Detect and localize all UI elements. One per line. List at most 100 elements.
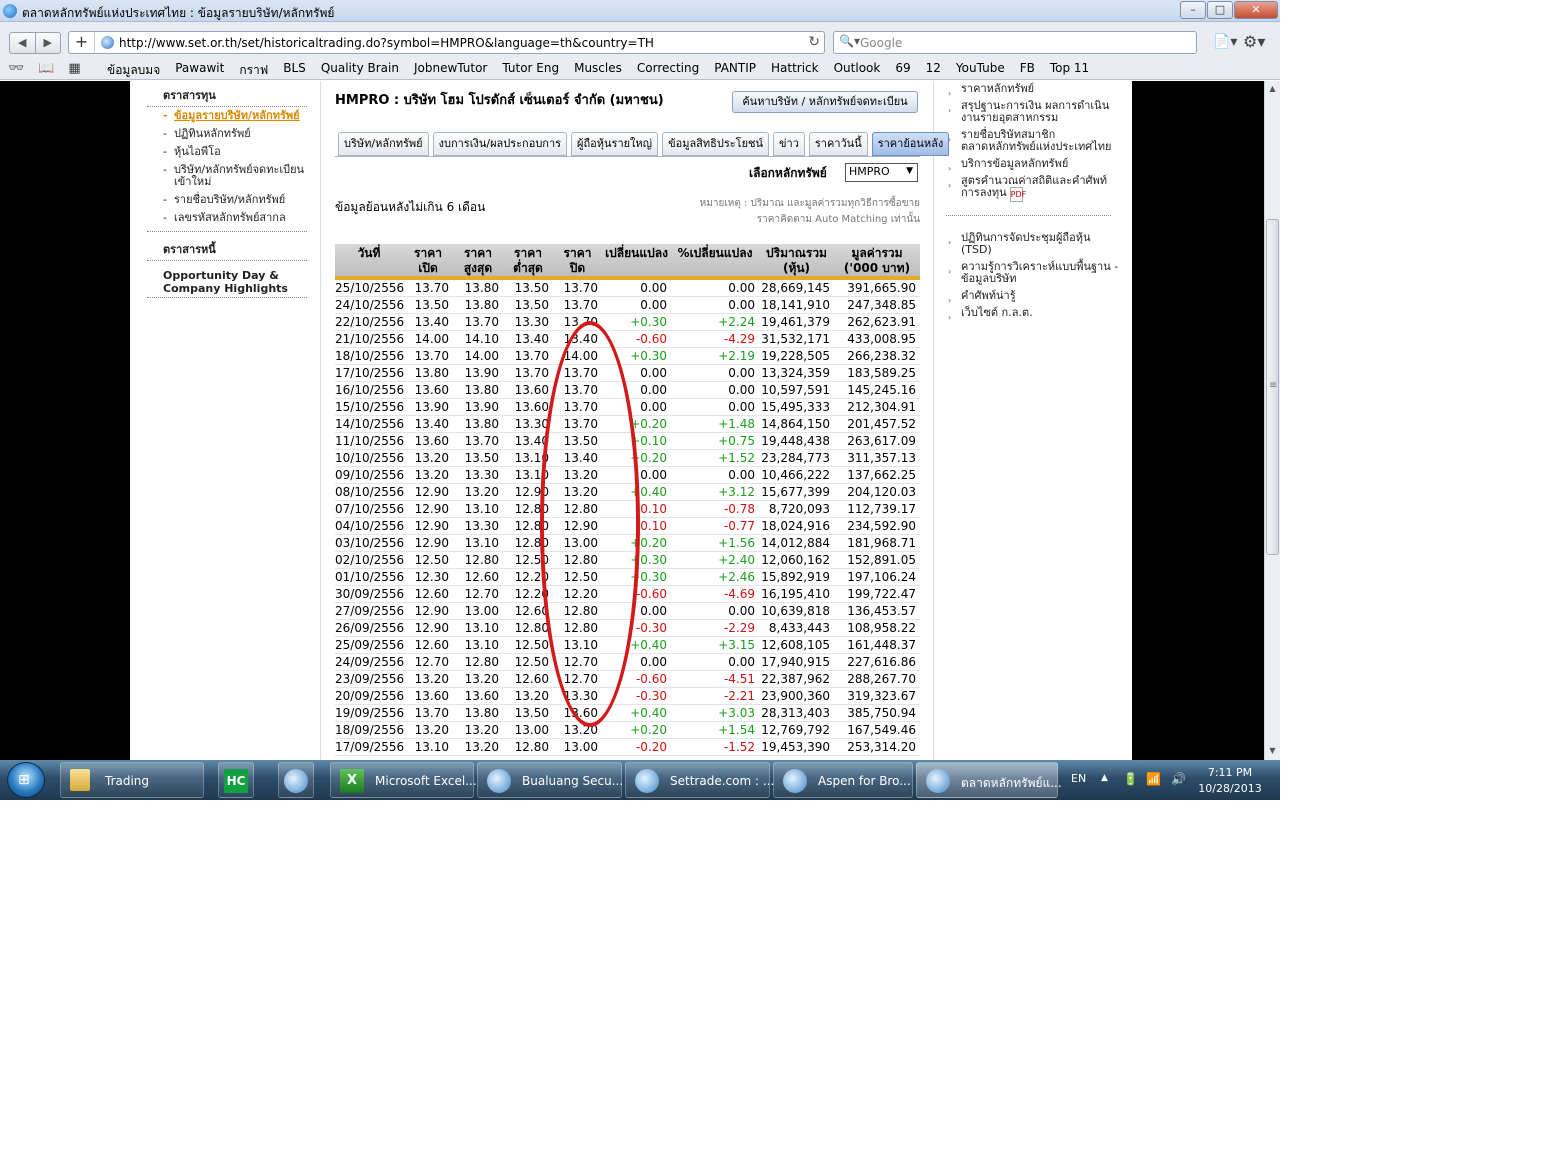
scroll-up-arrow[interactable]: ▲ (1265, 84, 1280, 93)
add-bookmark-button[interactable]: + (69, 32, 95, 53)
find-company-button[interactable]: ค้นหาบริษัท / หลักทรัพย์จดทะเบียน (732, 91, 918, 113)
show-hidden-icons-arrow[interactable]: ▲ (1101, 773, 1108, 783)
tab-1[interactable]: งบการเงิน/ผลประกอบการ (432, 132, 568, 156)
table-cell: +1.48 (718, 417, 755, 431)
battery-icon[interactable]: 🔋 (1123, 772, 1138, 786)
table-row: 09/10/2556 13.20 13.30 13.10 13.20 0.00 0.00 10… (335, 467, 920, 484)
bookmark-link[interactable]: Tutor Eng (502, 61, 559, 80)
right-nav-link[interactable]: › ราคาหลักทรัพย์ (946, 81, 1121, 99)
right-nav-link[interactable]: › สรุปฐานะการเงิน ผลการดำเนินงานรายอุตสาห… (946, 98, 1121, 127)
bookmark-link[interactable]: JobnewTutor (414, 61, 487, 80)
bookmark-link[interactable]: Pawawit (175, 61, 224, 80)
scroll-down-arrow[interactable]: ▼ (1265, 746, 1280, 755)
page-menu-icon[interactable]: 📄▾ (1213, 34, 1237, 50)
bookmark-link[interactable]: FB (1020, 61, 1035, 80)
taskbar-button[interactable]: HC (218, 762, 254, 798)
right-nav-link[interactable]: › บริการข้อมูลหลักทรัพย์ (946, 156, 1121, 174)
data-note: หมายเหตุ : ปริมาณ และมูลค่ารวมทุกวิธีการ… (640, 196, 920, 228)
language-indicator[interactable]: EN (1071, 772, 1086, 785)
windows-taskbar: ⊞ Trading HC X Microsoft Excel... Bualuang S… (0, 760, 1280, 800)
forward-button[interactable]: ▶ (34, 33, 61, 53)
bookmark-link[interactable]: กราฟ (239, 61, 268, 80)
network-icon[interactable]: 📶 (1146, 772, 1161, 786)
bookmark-link[interactable]: ข้อมูลบมจ (107, 61, 160, 80)
nav-item[interactable]: - หุ้นไอพีโอ (147, 143, 307, 161)
table-cell: 183,589.25 (847, 366, 916, 380)
bookmark-tools-icons[interactable]: 👓📖▦ (8, 61, 95, 76)
nav-heading-opportunity-day[interactable]: Opportunity Day & Company Highlights (147, 261, 307, 298)
start-button[interactable]: ⊞ (7, 762, 45, 798)
system-clock[interactable]: 7:11 PM 10/28/2013 (1196, 765, 1264, 797)
excel-icon: X (340, 769, 364, 793)
taskbar-button[interactable]: Settrade.com : ... (625, 762, 774, 798)
settings-gear-icon[interactable]: ⚙▾ (1243, 32, 1265, 51)
nav-heading-equity[interactable]: ตราสารทุน (147, 81, 307, 107)
table-cell: 17/10/2556 (335, 366, 405, 380)
close-button[interactable]: ✕ (1234, 1, 1278, 19)
maximize-button[interactable]: □ (1207, 1, 1233, 19)
address-bar[interactable]: + http://www.set.or.th/set/historicaltra… (68, 31, 825, 54)
bookmark-link[interactable]: Correcting (637, 61, 699, 80)
tab-4[interactable]: ข่าว (773, 132, 805, 156)
bookmark-link[interactable]: Muscles (574, 61, 622, 80)
bookmark-link[interactable]: YouTube (956, 61, 1005, 80)
nav-item[interactable]: - ข้อมูลรายบริษัท/หลักทรัพย์ (147, 107, 307, 125)
nav-item[interactable]: - เลขรหัสหลักทรัพย์สากล (147, 209, 307, 227)
column-header: %เปลี่ยนแปลง (677, 246, 753, 260)
right-nav-link[interactable]: › ความรู้การวิเคราะห์แบบพื้นฐาน - ข้อมูลบ… (946, 259, 1121, 288)
nav-item[interactable]: - บริษัท/หลักทรัพย์จดทะเบียนเข้าใหม่ (147, 161, 307, 191)
nav-equity-items: - ข้อมูลรายบริษัท/หลักทรัพย์ - ปฏิทินหลักทร… (147, 107, 307, 227)
page-scrollbar[interactable]: ▲ ≡ ▼ (1264, 81, 1280, 760)
nav-item-dash: - (163, 193, 167, 206)
tab-2[interactable]: ผู้ถือหุ้นรายใหญ่ (571, 132, 659, 156)
nav-item-label: รายชื่อบริษัท/หลักทรัพย์ (174, 193, 286, 206)
taskbar-button[interactable]: Bualuang Secu... (477, 762, 623, 798)
bookmark-link[interactable]: 69 (895, 61, 910, 80)
search-icon[interactable]: 🔍▾ (839, 34, 860, 48)
pdf-icon[interactable]: PDF (1009, 187, 1026, 202)
bookmark-link[interactable]: Quality Brain (321, 61, 399, 80)
taskbar-button[interactable]: ตลาดหลักทรัพย์แ... (916, 762, 1062, 798)
search-field[interactable]: 🔍▾ Google (833, 31, 1197, 54)
bookmark-link[interactable]: Outlook (834, 61, 881, 80)
table-cell: +1.52 (718, 451, 755, 465)
table-cell: 13.20 (414, 468, 449, 482)
right-nav-link[interactable]: › รายชื่อบริษัทสมาชิกตลาดหลักทรัพย์แห่งปร… (946, 127, 1121, 156)
table-cell: 15,892,919 (761, 570, 830, 584)
taskbar-button[interactable]: Aspen for Bro... (773, 762, 913, 798)
nav-item[interactable]: - ปฏิทินหลักทรัพย์ (147, 125, 307, 143)
tab-0[interactable]: บริษัท/หลักทรัพย์ (338, 132, 429, 156)
security-select[interactable]: HMPRO ▼ (845, 163, 918, 182)
table-cell: 12.90 (563, 519, 598, 533)
bookmark-link[interactable]: BLS (283, 61, 306, 80)
bookmark-link[interactable]: 12 (926, 61, 941, 80)
arrow-icon: › (948, 106, 952, 115)
taskbar-button[interactable] (278, 762, 314, 798)
bookmark-link[interactable]: Top 11 (1050, 61, 1089, 80)
taskbar-button[interactable]: Trading (60, 762, 204, 798)
right-nav-link[interactable]: › คำศัพท์น่ารู้ (946, 288, 1121, 306)
volume-icon[interactable]: 🔊 (1171, 772, 1186, 786)
nav-item[interactable]: - รายชื่อบริษัท/หลักทรัพย์ (147, 191, 307, 209)
right-nav-link[interactable]: › เว็บไซต์ ก.ล.ต. (946, 305, 1121, 323)
taskbar-button[interactable]: X Microsoft Excel... (330, 762, 477, 798)
tab-5[interactable]: ราคาวันนี้ (808, 132, 868, 156)
note-line-2: ราคาคิดตาม Auto Matching เท่านั้น (756, 214, 920, 225)
url-text[interactable]: http://www.set.or.th/set/historicaltradi… (119, 36, 654, 50)
back-button[interactable]: ◀ (10, 33, 35, 53)
table-cell: 12.70 (414, 655, 449, 669)
reload-icon[interactable]: ↻ (808, 34, 820, 50)
table-cell: 13.40 (414, 315, 449, 329)
table-cell: 18/09/2556 (335, 723, 405, 737)
tab-6[interactable]: ราคาย้อนหลัง (871, 132, 950, 156)
minimize-button[interactable]: – (1180, 1, 1206, 19)
table-cell: 14.00 (563, 349, 598, 363)
nav-heading-debt[interactable]: ตราสารหนี้ (147, 232, 307, 261)
scroll-thumb[interactable]: ≡ (1266, 219, 1279, 555)
bookmark-link[interactable]: Hattrick (771, 61, 819, 80)
right-nav-link[interactable]: › ปฏิทินการจัดประชุมผู้ถือหุ้น (TSD) (946, 230, 1121, 259)
right-nav-link[interactable]: › สูตรคำนวณค่าสถิติและคำศัพท์การลงทุน PDF (946, 173, 1121, 205)
tab-3[interactable]: ข้อมูลสิทธิประโยชน์ (662, 132, 769, 156)
nav-item-label: เลขรหัสหลักทรัพย์สากล (174, 211, 286, 224)
bookmark-link[interactable]: PANTIP (714, 61, 756, 80)
